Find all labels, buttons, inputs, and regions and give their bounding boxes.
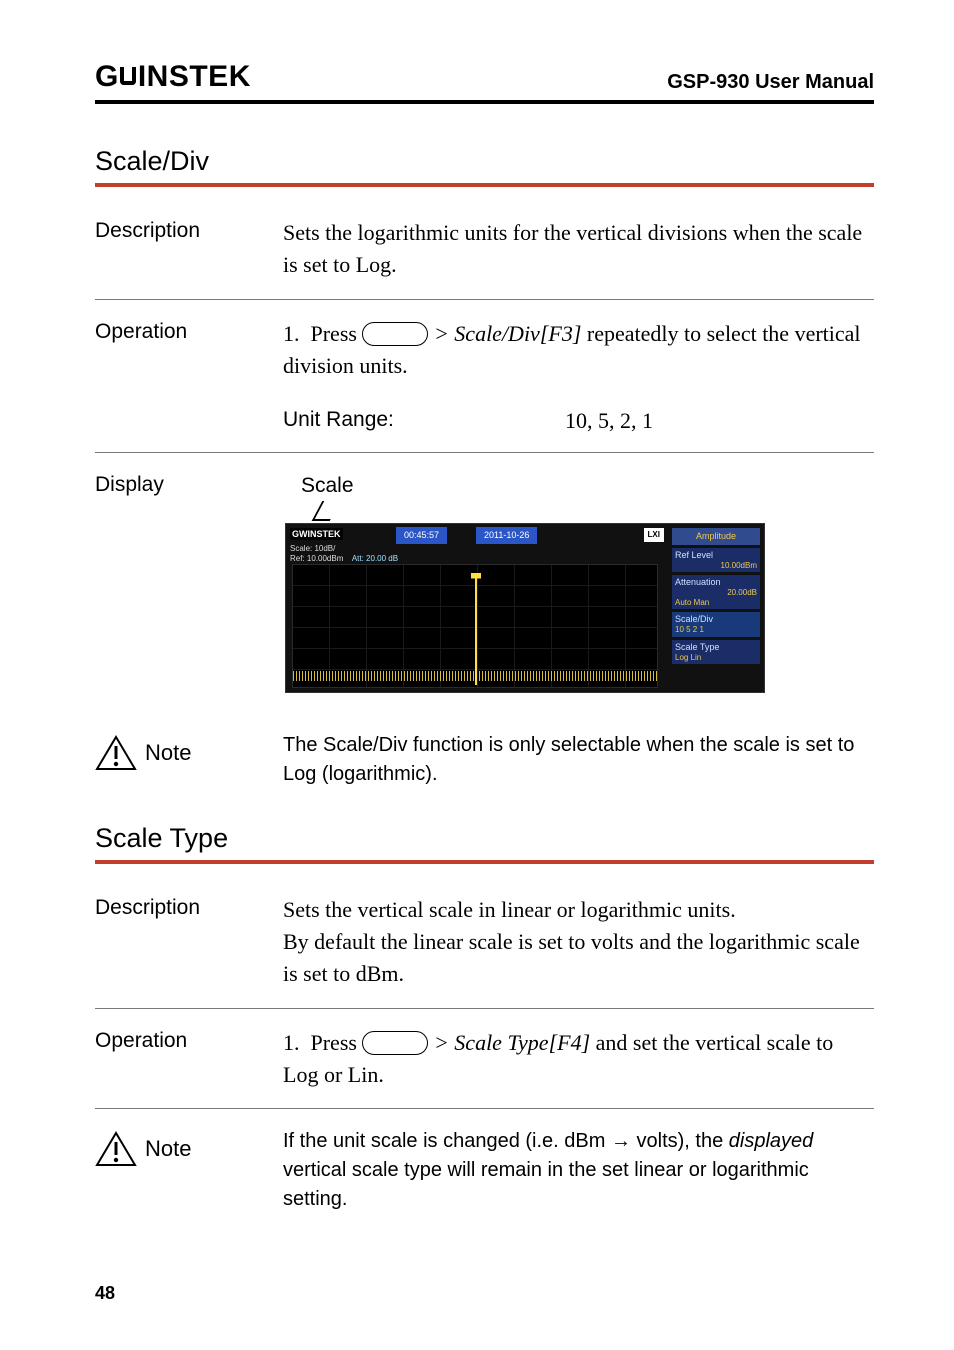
scale-type-note: Note If the unit scale is changed (i.e. … (95, 1127, 874, 1214)
shot-menu-scaletype: Scale Type Log Lin (672, 640, 760, 664)
brand-u-icon (120, 67, 136, 85)
scale-type-description-row: Description Sets the vertical scale in l… (95, 894, 874, 1009)
hardkey-amplitude-icon (362, 322, 428, 346)
shot-time: 00:45:57 (396, 527, 447, 544)
press-word-2: Press (311, 1030, 357, 1055)
warning-icon-2 (95, 1131, 137, 1167)
label-operation: Operation (95, 318, 283, 382)
display-caption: Scale (301, 471, 874, 501)
note-label-1: Note (95, 731, 283, 771)
label-description-2: Description (95, 894, 283, 920)
label-display: Display (95, 471, 283, 497)
note-word-2: Note (145, 1136, 191, 1162)
note-text-1: The Scale/Div function is only selectabl… (283, 731, 874, 789)
shot-date: 2011-10-26 (476, 527, 537, 544)
scale-type-description-text: Sets the vertical scale in linear or log… (283, 894, 874, 990)
scale-div-note: Note The Scale/Div function is only sele… (95, 731, 874, 789)
scale-div-description-row: Description Sets the logarithmic units f… (95, 217, 874, 300)
shot-sublabels: Scale: 10dB/ Ref: 10.00dBm Att: 20.00 dB (290, 544, 398, 563)
manual-title: GSP-930 User Manual (667, 71, 874, 94)
shot-lxi-badge: LXI (644, 528, 664, 542)
softkey-scale-div: > Scale/Div[F3] (434, 321, 581, 346)
scale-div-display-row: Display Scale GWINSTEK 00:45:57 2011-10-… (95, 471, 874, 711)
hardkey-amplitude-icon-2 (362, 1031, 428, 1055)
shot-menu-attenuation: Attenuation 20.00dB Auto Man (672, 575, 760, 609)
brand-instek: INSTEK (138, 60, 251, 94)
step-number: 1. (283, 321, 300, 346)
softkey-scale-type: > Scale Type[F4] (434, 1030, 590, 1055)
scale-div-operation-text: 1. Press > Scale/Div[F3] repeatedly to s… (283, 318, 874, 382)
page-number: 48 (95, 1283, 115, 1304)
note-label-2: Note (95, 1127, 283, 1167)
device-screenshot: GWINSTEK 00:45:57 2011-10-26 Scale: 10dB… (285, 523, 765, 693)
shot-softkey-menu: Amplitude Ref Level 10.00dBm Attenuation… (672, 528, 760, 664)
scale-div-description-text: Sets the logarithmic units for the verti… (283, 217, 874, 281)
brand-logo: G INSTEK (95, 60, 251, 94)
page-header: G INSTEK GSP-930 User Manual (95, 60, 874, 104)
note-word: Note (145, 740, 191, 766)
shot-peak-icon (471, 573, 481, 685)
section-scale-type: Scale Type (95, 823, 874, 864)
shot-menu-reflevel: Ref Level 10.00dBm (672, 548, 760, 572)
shot-brand: GWINSTEK (290, 528, 343, 540)
unit-range-label: Unit Range: (283, 408, 565, 434)
warning-icon (95, 735, 137, 771)
note-text-2: If the unit scale is changed (i.e. dBm →… (283, 1127, 874, 1214)
section-scale-div: Scale/Div (95, 146, 874, 187)
scale-type-operation-text: 1. Press > Scale Type[F4] and set the ve… (283, 1027, 874, 1091)
display-content: Scale GWINSTEK 00:45:57 2011-10-26 Scale… (283, 471, 874, 693)
shot-plot (292, 564, 658, 688)
scale-type-operation-row: Operation 1. Press > Scale Type[F4] and … (95, 1027, 874, 1110)
callout-line-icon (317, 503, 874, 523)
press-word: Press (311, 321, 357, 346)
shot-menu-head: Amplitude (672, 528, 760, 545)
shot-menu-scalediv: Scale/Div 10 5 2 1 (672, 612, 760, 636)
scale-div-operation-row: Operation 1. Press > Scale/Div[F3] repea… (95, 318, 874, 453)
shot-noise-icon (293, 671, 657, 681)
label-operation-2: Operation (95, 1027, 283, 1053)
step-number-2: 1. (283, 1030, 300, 1055)
unit-range-value: 10, 5, 2, 1 (565, 408, 653, 434)
label-description: Description (95, 217, 283, 243)
brand-g: G (95, 60, 119, 94)
